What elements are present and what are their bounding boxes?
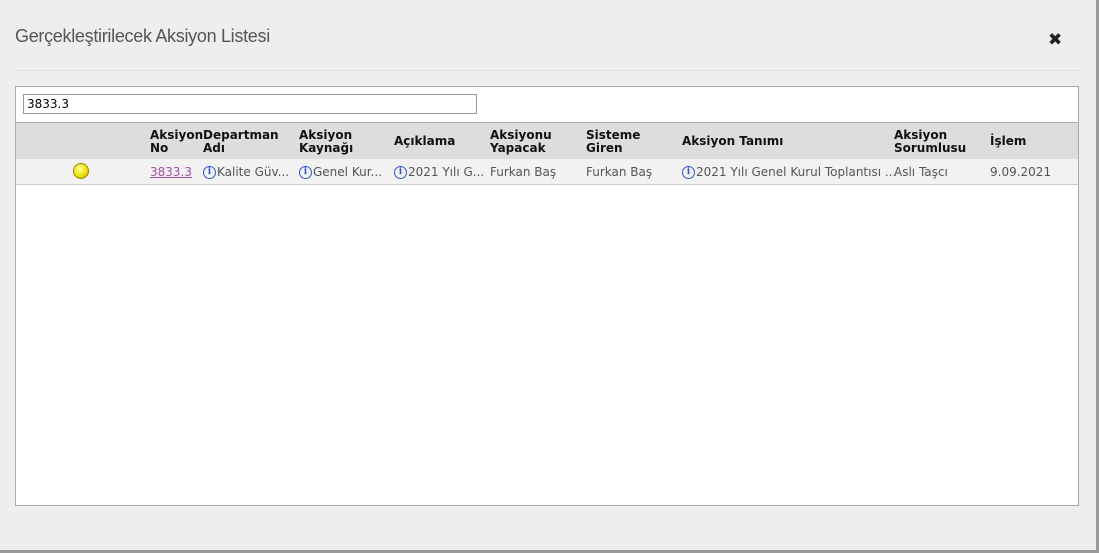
info-icon[interactable]: i: [203, 166, 216, 179]
cell-departman: i Kalite Güv...: [203, 165, 289, 179]
header-kaynak[interactable]: Aksiyon Kaynağı: [299, 129, 353, 155]
action-list-panel: AksiyonNo DepartmanAdı AksiyonKaynağı Aç…: [15, 86, 1079, 506]
header-aksiyon-no[interactable]: Aksiyon No: [150, 129, 203, 155]
header-tanim[interactable]: Aksiyon Tanımı: [682, 135, 783, 148]
header-sorumlu[interactable]: Aksiyon Sorumlusu: [894, 129, 966, 155]
header-departman[interactable]: Departman Adı: [203, 129, 279, 155]
cell-kaynak: i Genel Kur...: [299, 165, 382, 179]
cell-aciklama: i 2021 Yılı G...: [394, 165, 484, 179]
cell-aksiyon-no: 3833.3: [150, 165, 192, 179]
header-yapacak[interactable]: Aksiyonu Yapacak: [490, 129, 552, 155]
header-islem[interactable]: İşlem: [990, 135, 1026, 148]
cell-yapacak: Furkan Baş: [490, 165, 557, 179]
aksiyon-no-link[interactable]: 3833.3: [150, 165, 192, 179]
table-header: Aksiyon No Departman Adı Aksiyon Kaynağı Aç…: [16, 122, 1078, 159]
header-sisteme-giren[interactable]: Sisteme Giren: [586, 129, 640, 155]
cell-sisteme-giren: Furkan Baş: [586, 165, 653, 179]
info-icon[interactable]: i: [299, 166, 312, 179]
divider: [15, 70, 1080, 71]
header-aciklama[interactable]: Açıklama: [394, 135, 455, 148]
close-icon[interactable]: ✖: [1048, 30, 1062, 50]
dialog-title: Gerçekleştirilecek Aksiyon Listesi: [15, 26, 270, 46]
info-icon[interactable]: i: [682, 166, 695, 179]
cell-sorumlu: Aslı Taşcı: [894, 165, 948, 179]
info-icon[interactable]: i: [394, 166, 407, 179]
table-row[interactable]: 3833.3 i Kalite Güv... i Genel Kur... i 202…: [16, 159, 1078, 185]
search-input[interactable]: [23, 94, 477, 114]
cell-tanim: i 2021 Yılı Genel Kurul Toplantısı ...: [682, 165, 896, 179]
cell-islem: 9.09.2021: [990, 165, 1052, 179]
status-indicator-icon: [73, 163, 89, 179]
